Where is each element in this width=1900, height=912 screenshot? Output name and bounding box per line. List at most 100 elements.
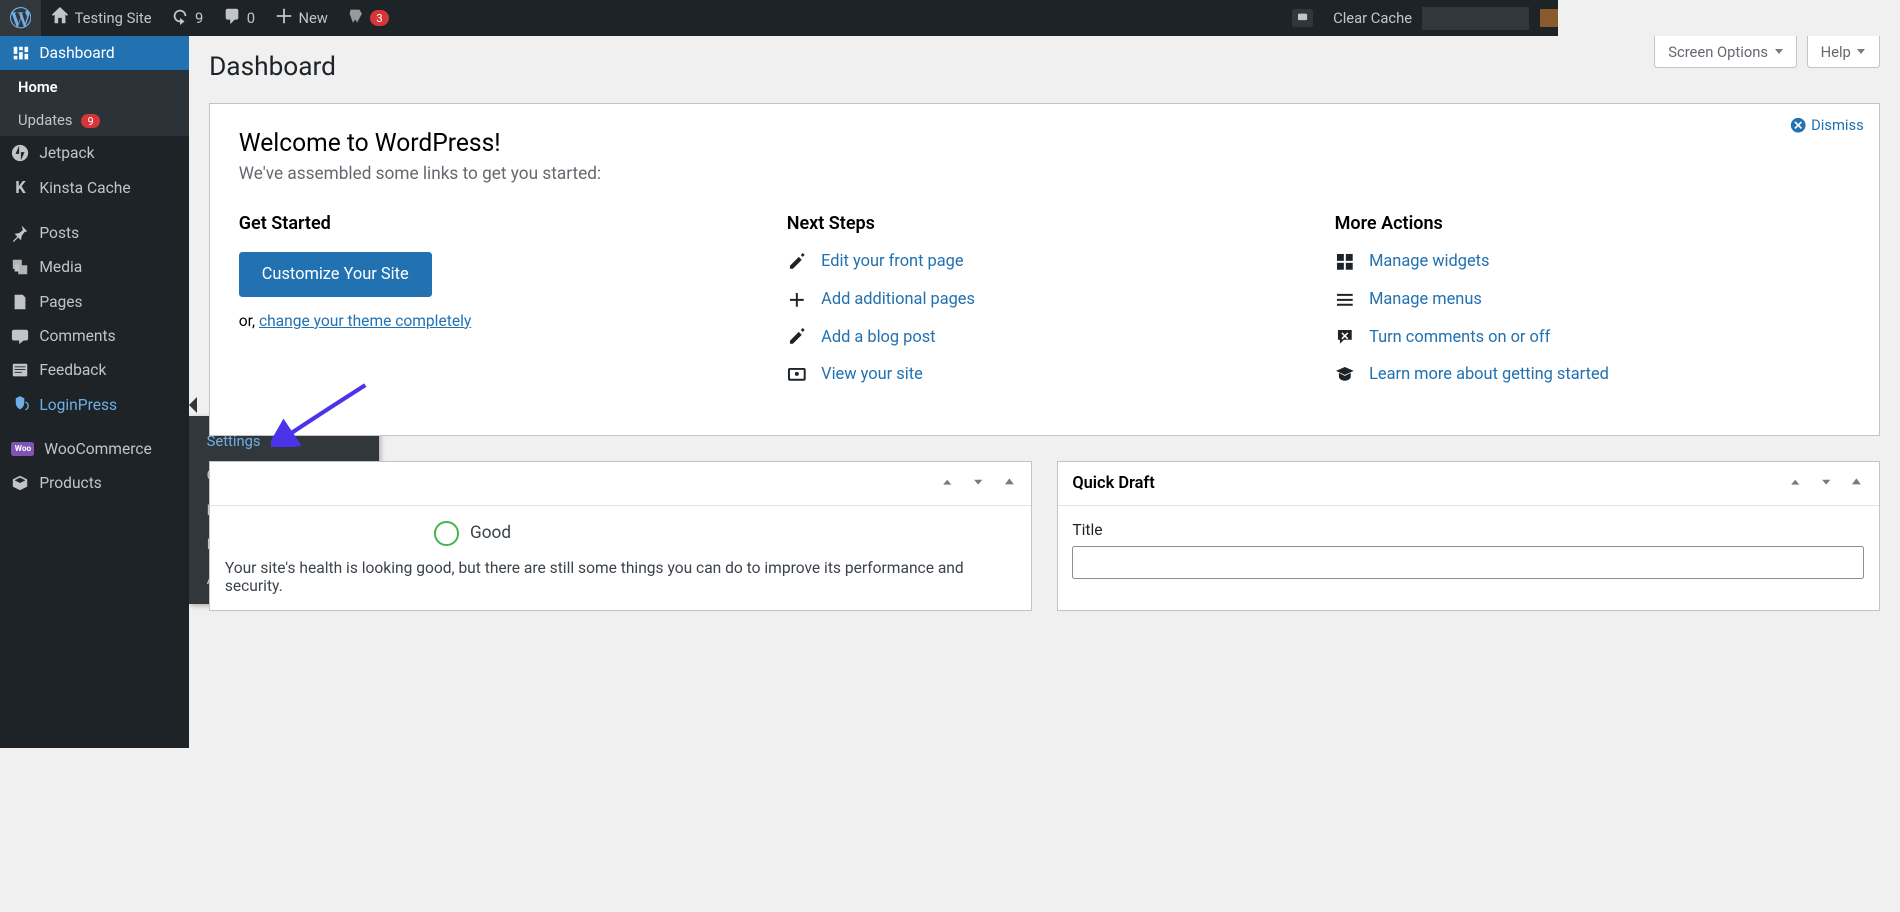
sidebar-item-dashboard[interactable]: Dashboard: [0, 36, 189, 70]
next-steps-heading: Next Steps: [787, 213, 1302, 234]
sidebar-item-woocommerce[interactable]: Woo WooCommerce: [0, 432, 189, 466]
updates-link[interactable]: 9: [161, 0, 213, 36]
new-label: New: [298, 9, 327, 27]
cache-icon-item[interactable]: [1282, 0, 1323, 36]
move-down-icon[interactable]: [1818, 474, 1834, 494]
plus-icon: [787, 290, 807, 310]
chevron-down-icon: [1775, 49, 1783, 54]
link-label: Learn more about getting started: [1369, 365, 1609, 384]
chevron-down-icon: [1857, 49, 1865, 54]
learn-icon: [1335, 365, 1355, 385]
link-label: Manage menus: [1369, 290, 1482, 309]
dismiss-button[interactable]: Dismiss: [1790, 116, 1864, 134]
manage-menus[interactable]: Manage menus: [1335, 290, 1850, 310]
sidebar-item-posts[interactable]: Posts: [0, 216, 189, 250]
view-site[interactable]: View your site: [787, 365, 1302, 385]
screen-options-tab[interactable]: Screen Options: [1654, 36, 1797, 68]
sidebar-label: Kinsta Cache: [39, 179, 130, 197]
customize-site-button[interactable]: Customize Your Site: [239, 252, 432, 297]
learn-more[interactable]: Learn more about getting started: [1335, 365, 1850, 385]
view-icon: [787, 365, 807, 385]
widgets-icon: [1335, 252, 1355, 272]
dashboard-icon: [11, 44, 29, 62]
link-label: Add a blog post: [821, 328, 935, 347]
sidebar-label: Media: [39, 258, 82, 276]
change-theme-link[interactable]: change your theme completely: [259, 312, 471, 330]
sidebar-label: LoginPress: [39, 396, 117, 414]
yoast-link[interactable]: 3: [338, 0, 399, 36]
edit-icon: [787, 252, 807, 272]
turn-comments[interactable]: Turn comments on or off: [1335, 327, 1850, 347]
link-label: Add additional pages: [821, 290, 975, 309]
sidebar-item-media[interactable]: Media: [0, 250, 189, 284]
clear-cache-link[interactable]: Clear Cache: [1323, 0, 1422, 36]
metabox-title: [225, 474, 229, 493]
comments-icon: [11, 327, 29, 345]
clear-cache-label: Clear Cache: [1333, 9, 1412, 27]
sidebar-sub-updates[interactable]: Updates 9: [0, 103, 189, 136]
account-box[interactable]: [1422, 7, 1529, 30]
or-change-theme: or, change your theme completely: [239, 312, 754, 330]
dismiss-icon: [1790, 117, 1806, 133]
new-content-link[interactable]: New: [265, 0, 338, 36]
sidebar-label: Pages: [39, 293, 82, 311]
move-down-icon[interactable]: [970, 474, 986, 494]
toggle-icon[interactable]: [1849, 474, 1864, 494]
sidebar-item-comments[interactable]: Comments: [0, 319, 189, 353]
welcome-panel: Dismiss Welcome to WordPress! We've asse…: [209, 103, 1879, 436]
media-icon: [11, 258, 29, 276]
link-label: Manage widgets: [1369, 252, 1489, 271]
draft-title-input[interactable]: [1072, 546, 1863, 579]
home-icon: [51, 7, 69, 29]
help-tab[interactable]: Help: [1807, 36, 1880, 68]
page-title: Dashboard: [209, 36, 1879, 103]
feedback-icon: [11, 361, 29, 379]
sidebar-item-products[interactable]: Products: [0, 466, 189, 500]
welcome-title: Welcome to WordPress!: [239, 129, 1850, 158]
sidebar-item-kinsta[interactable]: K Kinsta Cache: [0, 170, 189, 205]
toggle-icon[interactable]: [1002, 474, 1017, 494]
kinsta-icon: K: [11, 179, 29, 198]
sidebar-item-jetpack[interactable]: Jetpack: [0, 136, 189, 170]
more-actions-heading: More Actions: [1335, 213, 1850, 234]
yoast-icon: [348, 8, 364, 28]
avatar[interactable]: [1540, 9, 1558, 27]
add-blog-post[interactable]: Add a blog post: [787, 327, 1302, 347]
sidebar-label: Products: [39, 474, 102, 492]
manage-widgets[interactable]: Manage widgets: [1335, 252, 1850, 272]
sidebar-item-feedback[interactable]: Feedback: [0, 353, 189, 387]
sidebar-sub-home[interactable]: Home: [0, 70, 189, 103]
site-health-metabox: Good Your site's health is looking good,…: [209, 461, 1032, 611]
pages-icon: [11, 293, 29, 311]
sidebar-item-pages[interactable]: Pages: [0, 284, 189, 318]
title-label: Title: [1072, 521, 1863, 539]
link-label: View your site: [821, 365, 923, 384]
wp-logo[interactable]: [0, 0, 41, 36]
sidebar-label: Jetpack: [39, 144, 94, 162]
add-pages[interactable]: Add additional pages: [787, 290, 1302, 310]
move-up-icon[interactable]: [1787, 474, 1803, 494]
link-label: Edit your front page: [821, 252, 963, 271]
sidebar-label: Feedback: [39, 361, 106, 379]
updates-count: 9: [195, 9, 203, 27]
quick-draft-title: Quick Draft: [1072, 474, 1154, 493]
link-label: Turn comments on or off: [1369, 328, 1550, 347]
chat-icon: [1292, 9, 1313, 27]
yoast-badge: 3: [370, 10, 390, 26]
screen-options-label: Screen Options: [1668, 43, 1768, 61]
write-icon: [787, 327, 807, 347]
edit-front-page[interactable]: Edit your front page: [787, 252, 1302, 272]
comments-count: 0: [247, 9, 255, 27]
health-text: Your site's health is looking good, but …: [225, 559, 1016, 595]
jetpack-icon: [11, 144, 29, 162]
site-name-link[interactable]: Testing Site: [41, 0, 161, 36]
sidebar-item-loginpress[interactable]: LoginPress: [0, 388, 189, 422]
comments-link[interactable]: 0: [213, 0, 265, 36]
good-label: Good: [470, 523, 511, 543]
sidebar-label: Comments: [39, 327, 115, 345]
site-name: Testing Site: [75, 9, 152, 27]
or-label: or,: [239, 312, 259, 330]
get-started-heading: Get Started: [239, 213, 754, 234]
sidebar-label: Dashboard: [39, 44, 114, 62]
move-up-icon[interactable]: [939, 474, 955, 494]
